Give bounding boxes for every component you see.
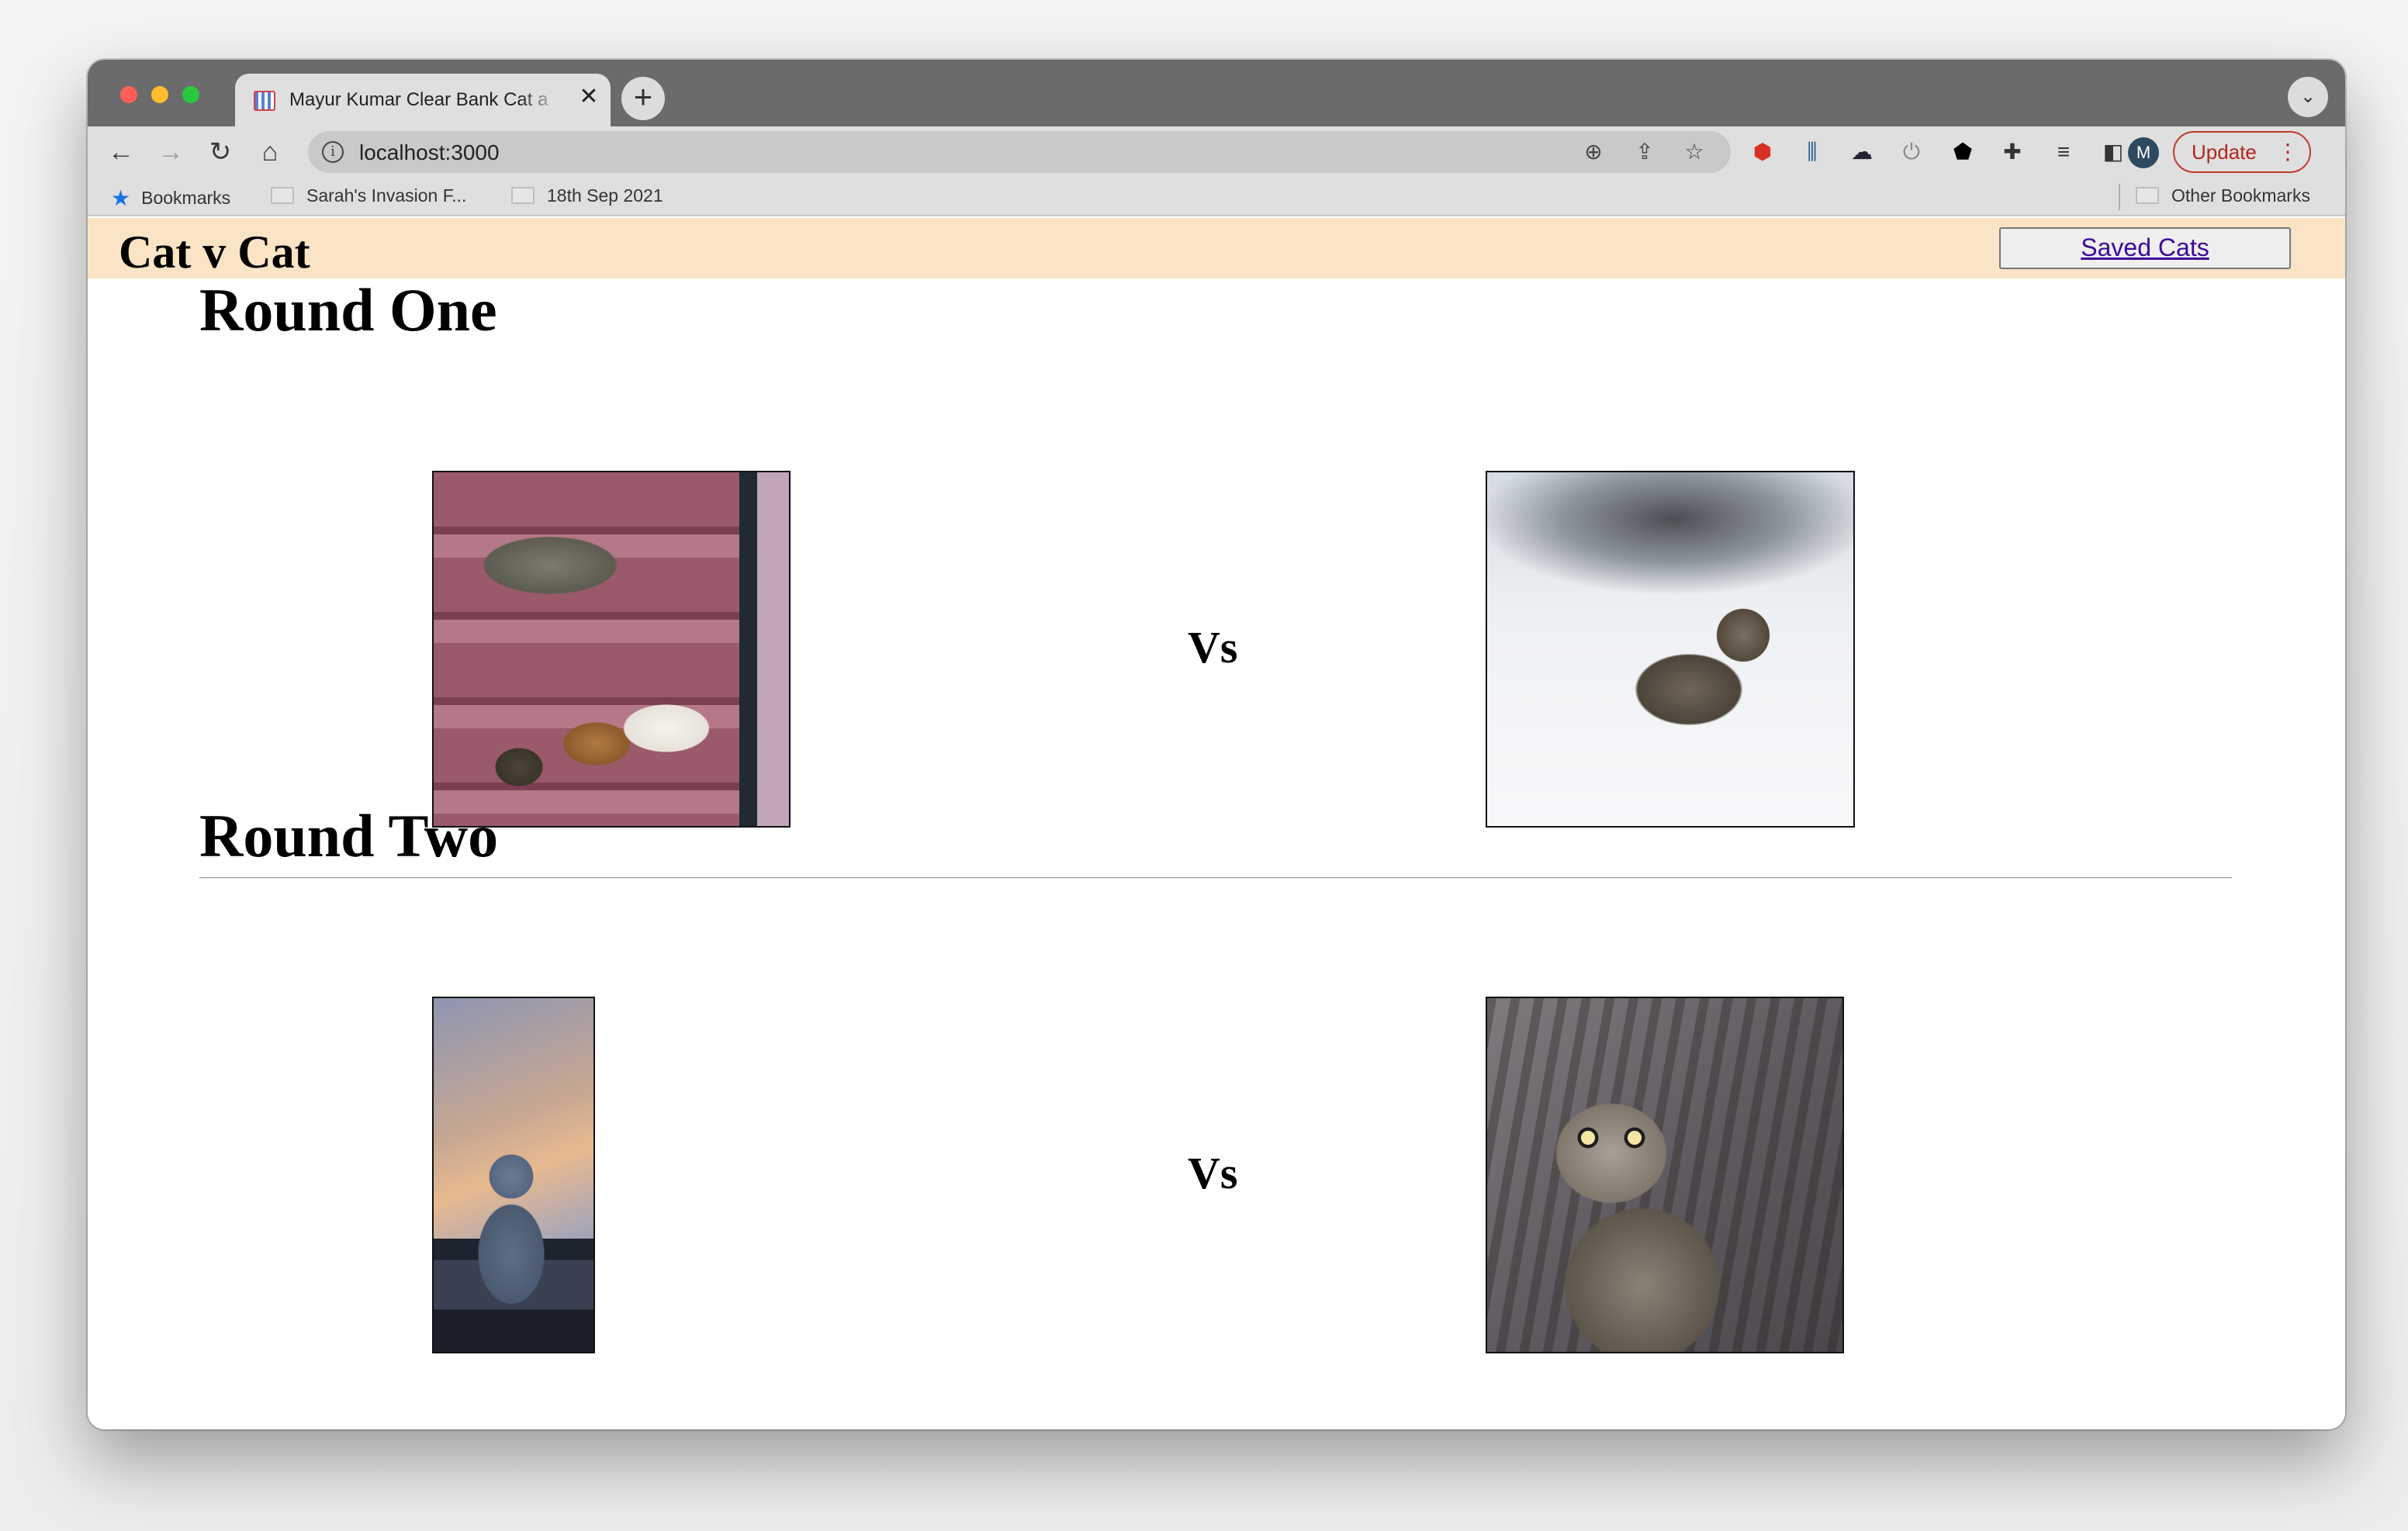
zoom-icon[interactable]: ⊕ [1580, 139, 1607, 165]
folder-icon [2136, 187, 2159, 204]
bookmark-folder-sep-2021[interactable]: 18th Sep 2021 [511, 185, 663, 206]
bookmark-label: Sarah's Invasion F... [306, 185, 467, 206]
other-bookmarks-folder[interactable]: Other Bookmarks [2136, 185, 2310, 206]
tab-search-chevron-icon[interactable]: ⌄ [2288, 77, 2328, 117]
round-two-title: Round Two [199, 802, 499, 869]
saved-cats-button[interactable]: Saved Cats [1999, 227, 2291, 269]
bookmark-label: 18th Sep 2021 [547, 185, 663, 206]
app-header: Cat v Cat Saved Cats [88, 218, 2345, 278]
other-bookmarks-label: Other Bookmarks [2171, 185, 2310, 206]
browser-toolbar: ← → ↻ ⌂ i localhost:3000 ⊕ ⇪ ☆ ⬢ ⫼ ☁ ⏻ ⬟… [88, 126, 2345, 178]
side-panel-icon[interactable]: ◧ [2098, 137, 2128, 167]
bookmarks-label: Bookmarks [141, 188, 231, 208]
bookmarks-separator [2119, 184, 2120, 210]
minimize-window-button[interactable] [151, 86, 168, 103]
bookmarks-menu[interactable]: ★ Bookmarks [111, 185, 230, 211]
bookmark-folder-sarahs[interactable]: Sarah's Invasion F... [271, 185, 466, 206]
kebab-menu-icon[interactable]: ⋮ [2277, 133, 2299, 171]
site-info-icon[interactable]: i [322, 141, 344, 163]
close-tab-icon[interactable]: ✕ [575, 83, 603, 111]
vs-label-round-one: Vs [1188, 622, 1238, 672]
vs-label-round-two: Vs [1188, 1148, 1238, 1198]
page-content: Cat v Cat Saved Cats Round One Vs Round … [88, 218, 2345, 1429]
share-icon[interactable]: ⇪ [1631, 139, 1658, 165]
update-button[interactable]: Update ⋮ [2173, 131, 2311, 173]
extension-bars-icon[interactable]: ⫼ [1797, 137, 1827, 167]
address-bar-url[interactable]: localhost:3000 [359, 140, 500, 165]
round-one-title: Round One [199, 276, 497, 344]
cat-image-round-two-right[interactable] [1486, 997, 1844, 1353]
close-window-button[interactable] [120, 86, 137, 103]
tab-strip: Mayur Kumar Clear Bank Cat a ✕ + ⌄ [88, 60, 2345, 126]
reading-list-icon[interactable]: ≡ [2049, 137, 2078, 167]
star-icon: ★ [111, 186, 131, 210]
bookmarks-bar: ★ Bookmarks Sarah's Invasion F... 18th Se… [88, 178, 2345, 216]
maximize-window-button[interactable] [182, 86, 199, 103]
folder-icon [271, 187, 294, 204]
home-icon[interactable]: ⌂ [252, 134, 288, 170]
cat-image-round-two-left[interactable] [432, 997, 595, 1353]
app-title: Cat v Cat [119, 226, 310, 278]
new-tab-button[interactable]: + [621, 77, 665, 120]
reload-icon[interactable]: ↻ [202, 134, 238, 170]
address-bar[interactable]: i localhost:3000 ⊕ ⇪ ☆ [308, 131, 1731, 173]
browser-tab[interactable]: Mayur Kumar Clear Bank Cat a ✕ [235, 74, 611, 126]
profile-avatar[interactable]: M [2128, 137, 2159, 168]
extension-adblock-icon[interactable]: ⬢ [1748, 137, 1777, 167]
tab-title: Mayur Kumar Clear Bank Cat a [289, 89, 548, 110]
cat-image-round-one-right[interactable] [1486, 471, 1855, 828]
update-label: Update [2192, 140, 2257, 164]
round-divider [199, 877, 2232, 879]
cat-image-round-one-left[interactable] [432, 471, 791, 828]
favicon-icon [254, 91, 275, 111]
browser-window: Mayur Kumar Clear Bank Cat a ✕ + ⌄ ← → ↻… [88, 60, 2345, 1429]
extension-angular-icon[interactable]: ⬟ [1948, 137, 1977, 167]
forward-arrow-icon[interactable]: → [153, 134, 189, 170]
folder-icon [511, 187, 535, 204]
extension-cloud-icon[interactable]: ☁ [1847, 137, 1877, 167]
extension-power-icon[interactable]: ⏻ [1897, 137, 1926, 167]
bookmark-star-icon[interactable]: ☆ [1681, 139, 1707, 165]
extensions-puzzle-icon[interactable]: ✚ [1998, 137, 2027, 167]
back-arrow-icon[interactable]: ← [103, 134, 139, 170]
